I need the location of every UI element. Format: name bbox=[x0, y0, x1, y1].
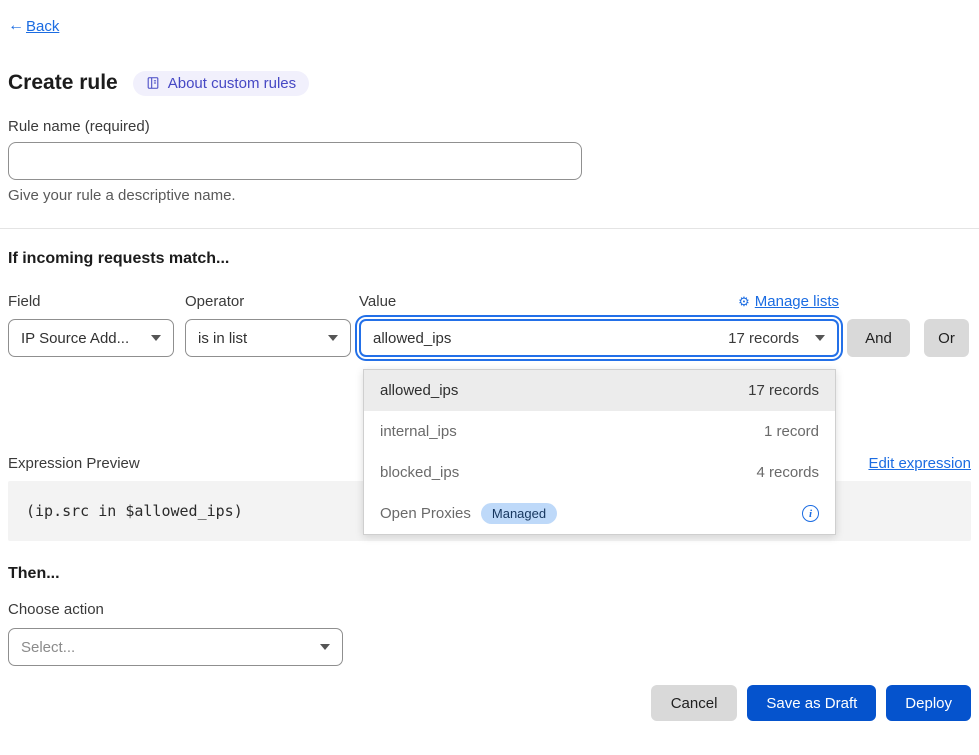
back-row: ← Back bbox=[8, 16, 979, 36]
list-item-record-count: 17 records bbox=[748, 382, 819, 399]
value-select-wrap: allowed_ips 17 records allowed_ips 17 re… bbox=[359, 319, 839, 357]
chevron-down-icon bbox=[320, 644, 330, 650]
then-heading: Then... bbox=[8, 565, 979, 584]
list-item-record-count: 1 record bbox=[764, 423, 819, 440]
expression-preview-label: Expression Preview bbox=[8, 455, 140, 472]
condition-row: IP Source Add... is in list allowed_ips … bbox=[8, 319, 971, 357]
value-label: Value bbox=[359, 293, 396, 310]
list-dropdown-panel: allowed_ips 17 records internal_ips 1 re… bbox=[363, 369, 836, 535]
list-item-blocked-ips[interactable]: blocked_ips 4 records bbox=[364, 452, 835, 493]
field-label: Field bbox=[8, 293, 185, 310]
list-item-open-proxies[interactable]: Open Proxies Managed i bbox=[364, 493, 835, 534]
manage-lists: ⚙ Manage lists bbox=[738, 293, 839, 310]
list-item-allowed-ips[interactable]: allowed_ips 17 records bbox=[364, 370, 835, 411]
or-button[interactable]: Or bbox=[924, 319, 969, 357]
chevron-down-icon bbox=[815, 335, 825, 341]
list-item-record-count: 4 records bbox=[756, 464, 819, 481]
value-select-record-count: 17 records bbox=[728, 330, 799, 347]
gear-icon: ⚙ bbox=[738, 295, 750, 308]
about-badge-label: About custom rules bbox=[168, 75, 296, 92]
operator-select[interactable]: is in list bbox=[185, 319, 351, 357]
cancel-button[interactable]: Cancel bbox=[651, 685, 738, 721]
condition-labels-row: Field Operator Value ⚙ Manage lists bbox=[8, 292, 971, 310]
chevron-down-icon bbox=[328, 335, 338, 341]
match-heading: If incoming requests match... bbox=[8, 250, 979, 269]
save-as-draft-button[interactable]: Save as Draft bbox=[747, 685, 876, 721]
back-link[interactable]: Back bbox=[26, 18, 59, 35]
info-icon[interactable]: i bbox=[802, 505, 819, 522]
value-select[interactable]: allowed_ips 17 records bbox=[359, 319, 839, 357]
operator-label: Operator bbox=[185, 293, 359, 310]
value-select-value: allowed_ips bbox=[373, 330, 451, 347]
operator-select-value: is in list bbox=[198, 330, 247, 347]
title-row: Create rule About custom rules bbox=[8, 70, 979, 96]
list-item-name: blocked_ips bbox=[380, 464, 459, 481]
field-select[interactable]: IP Source Add... bbox=[8, 319, 174, 357]
choose-action-label: Choose action bbox=[8, 601, 979, 619]
chevron-down-icon bbox=[151, 335, 161, 341]
page-title: Create rule bbox=[8, 71, 118, 95]
list-item-name: allowed_ips bbox=[380, 382, 458, 399]
back-arrow-icon: ← bbox=[8, 17, 24, 35]
book-icon bbox=[146, 76, 160, 90]
list-item-internal-ips[interactable]: internal_ips 1 record bbox=[364, 411, 835, 452]
and-button[interactable]: And bbox=[847, 319, 910, 357]
rule-name-input[interactable] bbox=[8, 142, 582, 180]
footer-actions: Cancel Save as Draft Deploy bbox=[0, 685, 971, 721]
expression-code: (ip.src in $allowed_ips) bbox=[26, 502, 243, 520]
deploy-button[interactable]: Deploy bbox=[886, 685, 971, 721]
edit-expression-link[interactable]: Edit expression bbox=[868, 455, 971, 472]
about-custom-rules-badge[interactable]: About custom rules bbox=[133, 71, 309, 96]
list-item-name: internal_ips bbox=[380, 423, 457, 440]
field-select-value: IP Source Add... bbox=[21, 330, 129, 347]
managed-badge: Managed bbox=[481, 503, 557, 525]
rule-name-label: Rule name (required) bbox=[8, 118, 979, 136]
section-divider bbox=[0, 228, 979, 229]
manage-lists-link[interactable]: Manage lists bbox=[755, 293, 839, 310]
list-item-name: Open Proxies bbox=[380, 505, 471, 522]
rule-name-helper: Give your rule a descriptive name. bbox=[8, 187, 979, 204]
action-select[interactable]: Select... bbox=[8, 628, 343, 666]
action-select-placeholder: Select... bbox=[21, 639, 75, 656]
create-rule-page: ← Back Create rule About custom rules Ru… bbox=[0, 16, 979, 755]
